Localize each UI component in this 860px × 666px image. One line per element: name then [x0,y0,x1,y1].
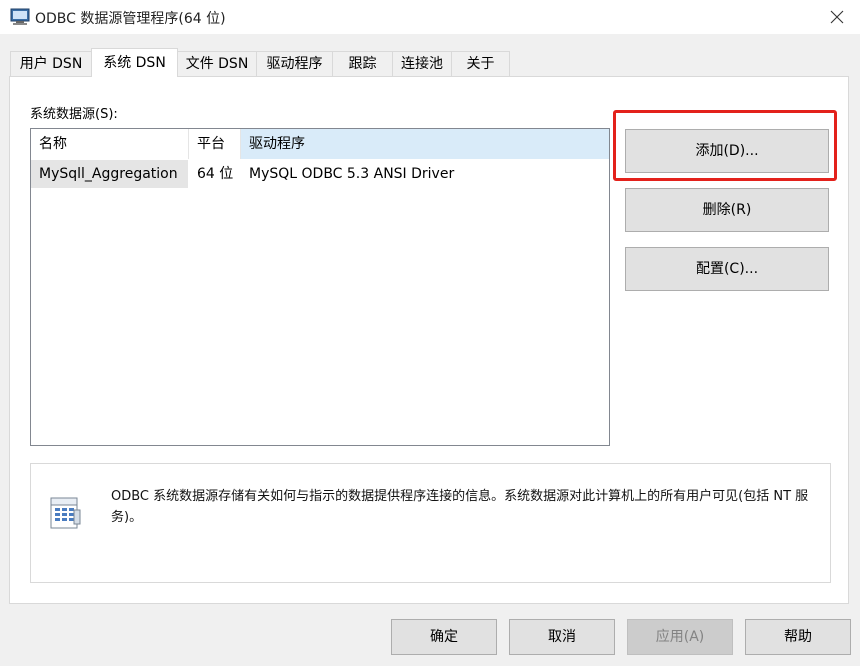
window-title: ODBC 数据源管理程序(64 位) [35,11,226,27]
column-header-driver[interactable]: 驱动程序 [241,129,609,159]
close-button[interactable] [814,0,860,34]
list-item[interactable]: MySqll_Aggregation 64 位 MySQL ODBC 5.3 A… [31,160,609,188]
tab-system-dsn[interactable]: 系统 DSN [91,48,178,77]
tab-file-dsn[interactable]: 文件 DSN [177,51,257,76]
info-description: ODBC 系统数据源存储有关如何与指示的数据提供程序连接的信息。系统数据源对此计… [111,489,809,525]
ok-button[interactable]: 确定 [391,619,497,655]
cancel-button[interactable]: 取消 [509,619,615,655]
datasource-info-icon [50,497,81,529]
column-header-name[interactable]: 名称 [31,129,188,159]
list-header: 名称 平台 驱动程序 [31,129,609,159]
remove-button[interactable]: 删除(R) [625,188,829,232]
add-button[interactable]: 添加(D)... [625,129,829,173]
system-datasources-list[interactable]: 名称 平台 驱动程序 MySqll_Aggregation 64 位 MySQL… [30,128,610,446]
tab-user-dsn[interactable]: 用户 DSN [10,51,92,76]
tab-drivers[interactable]: 驱动程序 [256,51,333,76]
system-datasources-label: 系统数据源(S): [30,107,118,122]
system-dsn-tab-page: 系统数据源(S): 名称 平台 驱动程序 MySqll_Aggregation … [9,76,849,604]
configure-button[interactable]: 配置(C)... [625,247,829,291]
apply-button[interactable]: 应用(A) [627,619,733,655]
tab-about[interactable]: 关于 [451,51,510,76]
dsn-platform-cell: 64 位 [197,166,234,182]
title-bar: ODBC 数据源管理程序(64 位) [0,0,860,34]
close-icon [830,10,844,24]
odbc-app-icon [10,8,30,25]
info-panel: ODBC 系统数据源存储有关如何与指示的数据提供程序连接的信息。系统数据源对此计… [30,463,831,583]
column-header-platform[interactable]: 平台 [189,129,240,159]
odbc-dialog-window: ODBC 数据源管理程序(64 位) 用户 DSN 系统 DSN 文件 DSN … [0,0,860,666]
dsn-name-cell: MySqll_Aggregation [31,160,188,188]
dsn-driver-cell: MySQL ODBC 5.3 ANSI Driver [249,166,455,182]
tab-connection-pooling[interactable]: 连接池 [392,51,452,76]
help-button[interactable]: 帮助 [745,619,851,655]
tab-tracing[interactable]: 跟踪 [332,51,393,76]
